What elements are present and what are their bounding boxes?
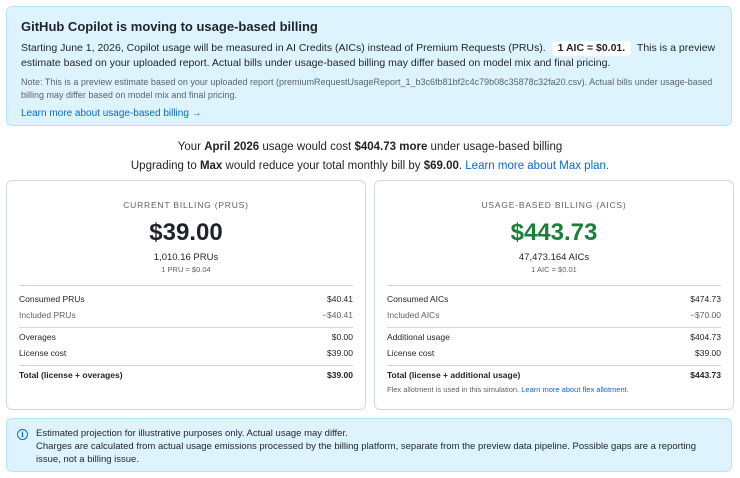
row-value: $474.73 [690,294,721,304]
row-label: License cost [19,348,67,358]
row-label: Overages [19,332,56,342]
row-value: −$40.41 [322,310,353,320]
breakdown-table: Consumed PRUs $40.41 Included PRUs −$40.… [19,285,353,383]
breakdown-row: Consumed AICs $474.73 [387,291,721,307]
row-label: Included AICs [387,310,440,320]
summary-text: would reduce your total monthly bill by [225,160,421,172]
disclaimer-line: Estimated projection for illustrative pu… [36,428,348,439]
info-icon: i [17,429,28,440]
flex-allotment-note: Flex allotment is used in this simulatio… [387,385,721,394]
row-value: $39.00 [327,370,353,380]
row-value: −$70.00 [690,310,721,320]
row-label: Included PRUs [19,310,76,320]
row-value: $0.00 [331,332,353,342]
summary-text: under usage-based billing [430,141,563,153]
breakdown-row: Additional usage $404.73 [387,329,721,345]
summary-extra-cost: $404.73 more [354,141,428,153]
row-label: Additional usage [387,332,450,342]
aic-rate-pill: 1 AIC = $0.01. [551,41,632,56]
card-label: USAGE-BASED BILLING (AICS) [481,200,627,210]
flex-allotment-learn-more-link[interactable]: Learn more about flex allotment. [521,385,629,394]
breakdown-row: Included PRUs −$40.41 [19,307,353,323]
banner-note: Note: This is a preview estimate based o… [21,77,713,100]
flex-note-text: Flex allotment is used in this simulatio… [387,385,520,394]
card-rate: 1 AIC = $0.01 [531,265,577,274]
max-plan-learn-more-link[interactable]: Learn more about Max plan. [465,160,609,172]
row-label: Total (license + overages) [19,370,123,380]
current-billing-card: CURRENT BILLING (PRUS) $39.00 1,010.16 P… [6,180,366,410]
breakdown-total-row: Total (license + overages) $39.00 [19,367,353,383]
row-label: Consumed PRUs [19,294,85,304]
card-amount: $443.73 [510,219,598,246]
breakdown-row: License cost $39.00 [19,345,353,361]
banner-title: GitHub Copilot is moving to usage-based … [21,19,318,34]
row-label: Consumed AICs [387,294,449,304]
summary-text: . [458,160,463,172]
row-value: $443.73 [690,370,721,380]
summary-line-cost: Your April 2026 usage would cost $404.73… [0,138,740,157]
breakdown-total-row: Total (license + additional usage) $443.… [387,367,721,383]
summary-month: April 2026 [204,141,260,153]
summary-plan: Max [199,160,223,172]
row-value: $404.73 [690,332,721,342]
summary-text: Your [177,141,201,153]
summary-text: usage would cost [262,141,352,153]
summary-text: Upgrading to [130,160,197,172]
summary-savings: $69.00 [423,160,459,172]
card-units: 1,010.16 PRUs [153,252,219,263]
usage-billing-learn-more-link[interactable]: Learn more about usage-based billing → [21,108,717,119]
breakdown-table: Consumed AICs $474.73 Included AICs −$70… [387,285,721,394]
banner-text-start: Starting June 1, 2026, Copilot usage wil… [21,42,546,54]
breakdown-row: License cost $39.00 [387,345,721,361]
billing-change-banner: GitHub Copilot is moving to usage-based … [6,6,732,126]
breakdown-row: Overages $0.00 [19,329,353,345]
divider [19,327,353,328]
row-value: $39.00 [695,348,721,358]
row-value: $39.00 [327,348,353,358]
breakdown-row: Included AICs −$70.00 [387,307,721,323]
disclaimer-box: i Estimated projection for illustrative … [6,418,732,472]
card-rate: 1 PRU = $0.04 [161,265,211,274]
row-label: Total (license + additional usage) [387,370,521,380]
card-amount: $39.00 [149,219,223,246]
disclaimer-text: Estimated projection for illustrative pu… [36,427,721,471]
card-label: CURRENT BILLING (PRUS) [123,200,249,210]
banner-text: Starting June 1, 2026, Copilot usage wil… [21,41,717,71]
divider [387,327,721,328]
row-label: License cost [387,348,435,358]
usage-billing-card: USAGE-BASED BILLING (AICS) $443.73 47,47… [374,180,734,410]
card-units: 47,473.164 AICs [518,252,590,263]
summary-line-upgrade: Upgrading to Max would reduce your total… [0,157,740,176]
row-value: $40.41 [327,294,353,304]
breakdown-row: Consumed PRUs $40.41 [19,291,353,307]
cost-summary: Your April 2026 usage would cost $404.73… [0,138,740,176]
divider [387,365,721,366]
disclaimer-line: Charges are calculated from actual usage… [36,441,697,465]
divider [19,365,353,366]
